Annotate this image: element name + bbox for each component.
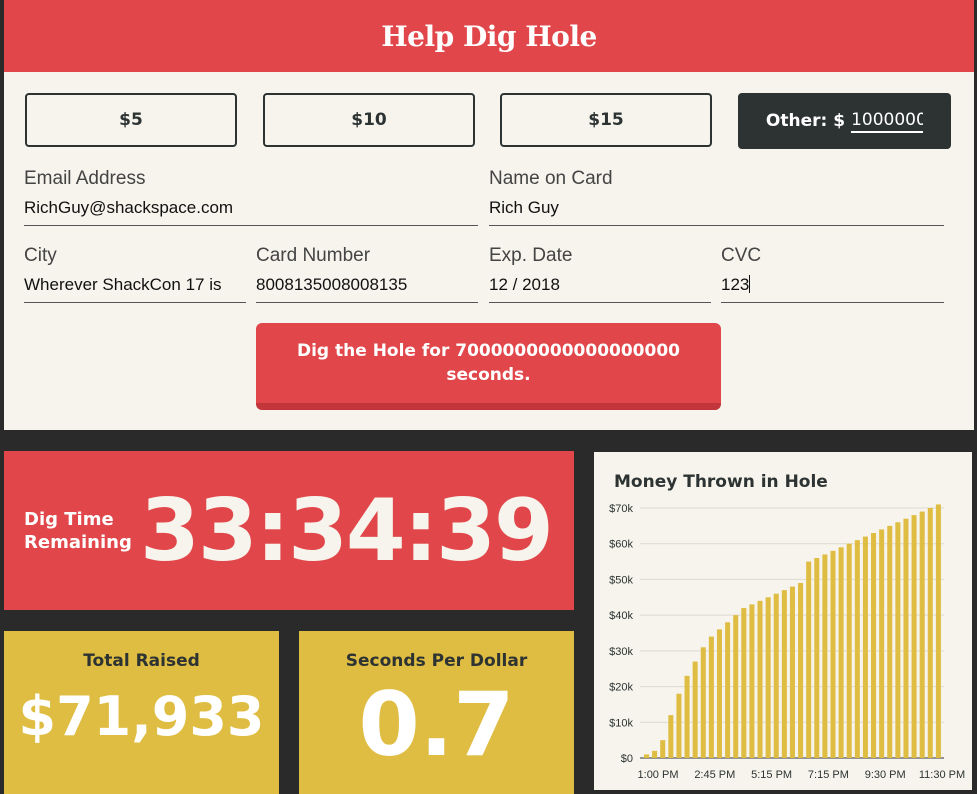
name-label: Name on Card xyxy=(489,168,613,189)
email-label: Email Address xyxy=(24,168,146,189)
cvc-value: 123 xyxy=(721,275,750,294)
email-field-group: Email Address RichGuy@shackspace.com xyxy=(24,168,478,226)
cvc-field-group: CVC 123 xyxy=(721,245,944,303)
chart-bar xyxy=(919,511,925,758)
name-field-group: Name on Card Rich Guy xyxy=(489,168,944,226)
form-title: Help Dig Hole xyxy=(381,19,597,53)
chart-bar xyxy=(660,740,666,758)
exp-date-field[interactable]: 12 / 2018 xyxy=(489,275,711,303)
exp-field-group: Exp. Date 12 / 2018 xyxy=(489,245,711,303)
y-tick-label: $20k xyxy=(609,682,633,694)
card-number-label: Card Number xyxy=(256,245,371,266)
chart-bar xyxy=(741,608,747,758)
x-tick-label: 5:15 PM xyxy=(751,769,792,781)
chart-bar xyxy=(879,529,885,758)
x-tick-label: 7:15 PM xyxy=(808,769,849,781)
x-tick-label: 9:30 PM xyxy=(865,769,906,781)
seconds-per-dollar-title: Seconds Per Dollar xyxy=(345,651,528,671)
chart-bar xyxy=(871,533,877,758)
chart-bar xyxy=(668,715,674,758)
y-tick-label: $60k xyxy=(609,539,633,551)
chart-bar xyxy=(798,583,804,758)
money-chart: $0 $10k $20k $30k $40k $50k $60k $70k 1:00 PM 2:4… xyxy=(609,503,965,781)
chart-bar xyxy=(838,547,844,758)
seconds-per-dollar-value: 0.7 xyxy=(358,673,515,776)
chart-bar xyxy=(708,636,714,758)
y-tick-label: $0 xyxy=(621,753,633,765)
chart-bar xyxy=(895,522,901,758)
timer-label: Dig Time Remaining xyxy=(24,508,132,553)
chart-bar xyxy=(725,622,731,758)
chart-bar xyxy=(692,661,698,758)
chart-bar xyxy=(716,629,722,758)
x-tick-label: 1:00 PM xyxy=(638,769,679,781)
chart-bar xyxy=(911,515,917,758)
chart-bar xyxy=(765,597,771,758)
y-tick-label: $10k xyxy=(609,717,633,729)
chart-bar xyxy=(903,518,909,758)
total-raised-card: Total Raised $71,933 xyxy=(4,631,279,794)
email-field[interactable]: RichGuy@shackspace.com xyxy=(24,198,478,226)
chart-bar xyxy=(757,600,763,758)
y-tick-label: $30k xyxy=(609,646,633,658)
chart-bar xyxy=(830,550,836,758)
exp-date-label: Exp. Date xyxy=(489,245,573,266)
chart-bar xyxy=(854,540,860,758)
chart-bar xyxy=(644,754,650,758)
card-number-field[interactable]: 8008135008008135 xyxy=(256,275,478,303)
amount-15-button[interactable]: $15 xyxy=(500,93,712,147)
cvc-label: CVC xyxy=(721,245,762,266)
chart-bar xyxy=(773,593,779,758)
chart-bar xyxy=(887,525,893,758)
chart-bar xyxy=(789,586,795,758)
chart-bar xyxy=(935,504,941,758)
amount-other-button[interactable]: Other: $ 1000000 xyxy=(738,93,951,149)
seconds-per-dollar-card: Seconds Per Dollar 0.7 xyxy=(299,631,574,794)
chart-bar xyxy=(684,675,690,758)
cvc-field[interactable]: 123 xyxy=(721,275,944,303)
text-cursor xyxy=(749,275,751,293)
donation-form: Help Dig Hole $5 $10 $15 Other: $ 100000… xyxy=(4,0,974,430)
form-header: Help Dig Hole xyxy=(4,0,974,72)
chart-bar xyxy=(781,590,787,758)
y-tick-label: $50k xyxy=(609,574,633,586)
chart-bar xyxy=(822,554,828,758)
chart-bar xyxy=(652,750,658,758)
dig-hole-submit-button[interactable]: Dig the Hole for 7000000000000000000 sec… xyxy=(256,323,721,410)
city-label: City xyxy=(24,245,57,266)
chart-bar xyxy=(927,508,933,758)
timer-panel: Dig Time Remaining 33:34:39 xyxy=(4,451,574,610)
x-tick-label: 2:45 PM xyxy=(694,769,735,781)
amount-10-button[interactable]: $10 xyxy=(263,93,475,147)
other-amount-input[interactable]: 1000000 xyxy=(851,110,924,133)
money-chart-panel: Money Thrown in Hole $0 $10k $20k $30k $40k $… xyxy=(594,452,972,790)
card-field-group: Card Number 8008135008008135 xyxy=(256,245,478,303)
chart-bar xyxy=(700,647,706,758)
city-field-group: City Wherever ShackCon 17 is xyxy=(24,245,246,303)
chart-bar xyxy=(749,604,755,758)
y-tick-label: $40k xyxy=(609,610,633,622)
chart-bar xyxy=(806,561,812,758)
total-raised-title: Total Raised xyxy=(83,651,200,671)
other-amount-label: Other: $ xyxy=(765,111,846,131)
amount-5-button[interactable]: $5 xyxy=(25,93,237,147)
chart-bar xyxy=(846,543,852,758)
chart-bar xyxy=(676,693,682,758)
chart-bar xyxy=(862,536,868,758)
timer-value: 33:34:39 xyxy=(140,480,554,581)
city-field[interactable]: Wherever ShackCon 17 is xyxy=(24,275,246,303)
total-raised-value: $71,933 xyxy=(18,685,265,748)
name-on-card-field[interactable]: Rich Guy xyxy=(489,198,944,226)
chart-bar xyxy=(733,615,739,758)
chart-bar xyxy=(814,558,820,758)
x-tick-label: 11:30 PM xyxy=(919,769,965,781)
y-tick-label: $70k xyxy=(609,503,633,515)
